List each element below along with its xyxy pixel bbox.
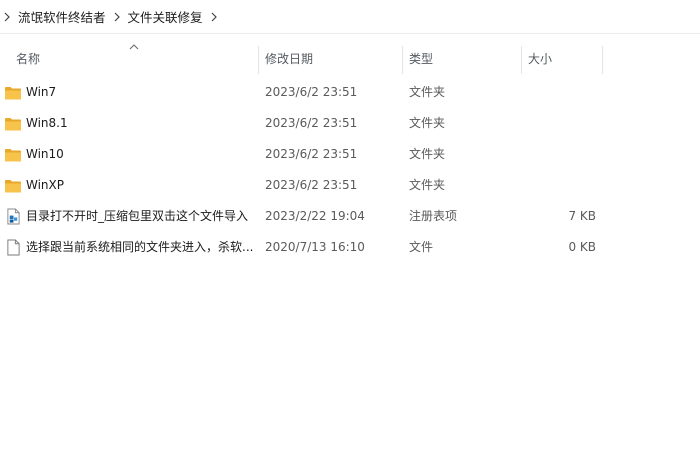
file-size: [524, 108, 596, 139]
folder-icon: [4, 146, 22, 164]
file-row[interactable]: 目录打不开时_压缩包里双击这个文件导入 2023/2/22 19:04 注册表项…: [0, 201, 700, 232]
file-date: 2020/7/13 16:10: [265, 240, 365, 254]
file-size: [524, 77, 596, 108]
file-name: WinXP: [26, 178, 64, 192]
column-date-header[interactable]: 修改日期: [259, 44, 402, 74]
file-name: Win7: [26, 85, 57, 99]
column-type-header[interactable]: 类型: [403, 44, 521, 74]
file-date: 2023/6/2 23:51: [265, 116, 358, 130]
file-row[interactable]: Win10 2023/6/2 23:51 文件夹: [0, 139, 700, 170]
file-row[interactable]: Win7 2023/6/2 23:51 文件夹: [0, 77, 700, 108]
folder-icon: [4, 115, 22, 133]
file-type: 文件夹: [409, 85, 446, 99]
file-row[interactable]: Win8.1 2023/6/2 23:51 文件夹: [0, 108, 700, 139]
file-explorer-window: 流氓软件终结者 文件关联修复 名称 修改日期 类型 大小 Win7 2023/6…: [0, 0, 700, 473]
file-list: Win7 2023/6/2 23:51 文件夹 Win8.1 2023/6/2 …: [0, 77, 700, 263]
file-row[interactable]: 选择跟当前系统相同的文件夹进入，杀软... 2020/7/13 16:10 文件…: [0, 232, 700, 263]
column-size-header[interactable]: 大小: [522, 44, 602, 74]
breadcrumb: 流氓软件终结者 文件关联修复: [0, 0, 700, 34]
column-divider[interactable]: [602, 46, 603, 74]
file-type: 注册表项: [409, 209, 458, 223]
file-type: 文件: [409, 240, 434, 254]
file-name: Win8.1: [26, 116, 68, 130]
file-size: [524, 139, 596, 170]
file-type: 文件夹: [409, 178, 446, 192]
column-header: 名称 修改日期 类型 大小: [0, 44, 700, 74]
file-name: 目录打不开时_压缩包里双击这个文件导入: [26, 209, 249, 223]
registry-file-icon: [4, 208, 22, 226]
folder-icon: [4, 177, 22, 195]
chevron-right-icon[interactable]: [207, 7, 221, 27]
file-row[interactable]: WinXP 2023/6/2 23:51 文件夹: [0, 170, 700, 201]
breadcrumb-item-2[interactable]: 文件关联修复: [124, 5, 207, 28]
file-type: 文件夹: [409, 116, 446, 130]
chevron-right-icon[interactable]: [110, 7, 124, 27]
file-size: 0 KB: [568, 240, 596, 254]
file-name: 选择跟当前系统相同的文件夹进入，杀软...: [26, 240, 254, 254]
file-date: 2023/6/2 23:51: [265, 147, 358, 161]
file-date: 2023/6/2 23:51: [265, 178, 358, 192]
file-name: Win10: [26, 147, 64, 161]
file-date: 2023/2/22 19:04: [265, 209, 365, 223]
column-name-header[interactable]: 名称: [10, 44, 258, 74]
file-size: 7 KB: [568, 209, 596, 223]
file-size: [524, 170, 596, 201]
chevron-right-icon[interactable]: [0, 7, 14, 27]
file-type: 文件夹: [409, 147, 446, 161]
folder-icon: [4, 84, 22, 102]
breadcrumb-item-1[interactable]: 流氓软件终结者: [14, 5, 110, 28]
blank-file-icon: [4, 239, 22, 257]
file-date: 2023/6/2 23:51: [265, 85, 358, 99]
